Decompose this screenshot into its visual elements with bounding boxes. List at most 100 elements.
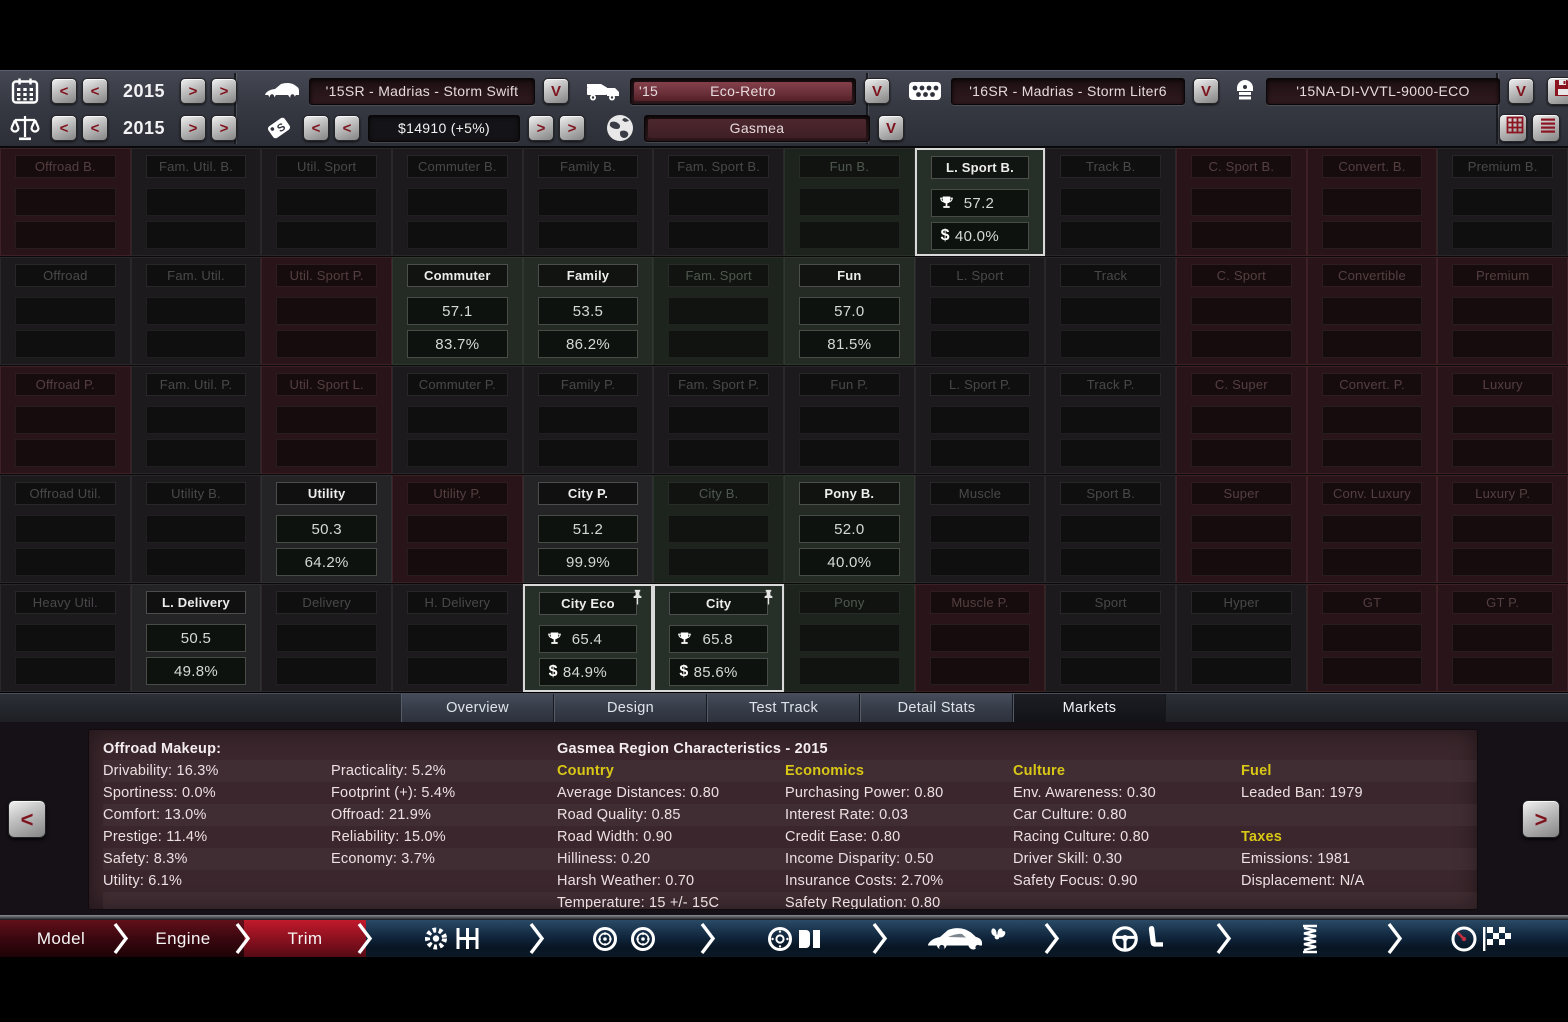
tab-design[interactable]: Design — [554, 694, 707, 722]
segment-cell-commuter-p[interactable]: Commuter P. — [392, 366, 523, 474]
segment-cell-delivery[interactable]: Delivery — [261, 584, 392, 692]
nav-brakes[interactable] — [709, 920, 881, 957]
segment-cell-offroad-util[interactable]: Offroad Util. — [0, 475, 131, 583]
segment-cell-track[interactable]: Track — [1045, 257, 1176, 365]
segment-cell-convert-b[interactable]: Convert. B. — [1307, 148, 1438, 256]
segment-cell-commuter[interactable]: Commuter57.183.7% — [392, 257, 523, 365]
segment-cell-fun[interactable]: Fun57.081.5% — [784, 257, 915, 365]
segment-cell-l-sport-p[interactable]: L. Sport P. — [915, 366, 1046, 474]
segment-cell-offroad[interactable]: Offroad — [0, 257, 131, 365]
segment-cell-premium[interactable]: Premium — [1437, 257, 1568, 365]
segment-cell-fam-util-b[interactable]: Fam. Util. B. — [131, 148, 262, 256]
segment-cell-track-p[interactable]: Track P. — [1045, 366, 1176, 474]
segment-cell-l-delivery[interactable]: L. Delivery50.549.8% — [131, 584, 262, 692]
segment-cell-commuter-b[interactable]: Commuter B. — [392, 148, 523, 256]
compare-year-forward-button[interactable]: > — [180, 115, 206, 141]
nav-engine[interactable]: Engine — [122, 920, 244, 957]
year-back-fast-button[interactable]: < — [51, 78, 77, 104]
segment-cell-fam-util-p[interactable]: Fam. Util. P. — [131, 366, 262, 474]
segment-cell-fun-b[interactable]: Fun B. — [784, 148, 915, 256]
panel-prev-button[interactable]: < — [8, 800, 46, 838]
segment-cell-fam-sport[interactable]: Fam. Sport — [653, 257, 784, 365]
nav-interior[interactable] — [1053, 920, 1225, 957]
segment-cell-gt[interactable]: GT — [1307, 584, 1438, 692]
segment-cell-c-super[interactable]: C. Super — [1176, 366, 1307, 474]
grid-view-button[interactable] — [1499, 114, 1527, 142]
list-view-button[interactable] — [1532, 114, 1560, 142]
segment-cell-convertible[interactable]: Convertible — [1307, 257, 1438, 365]
segment-cell-c-sport[interactable]: C. Sport — [1176, 257, 1307, 365]
tab-overview[interactable]: Overview — [401, 694, 554, 722]
segment-cell-muscle-p[interactable]: Muscle P. — [915, 584, 1046, 692]
trim-dropdown[interactable]: '15 Eco-Retro — [630, 78, 856, 105]
segment-cell-luxury-p[interactable]: Luxury P. — [1437, 475, 1568, 583]
nav-body-cooling[interactable] — [881, 920, 1053, 957]
region-dropdown[interactable]: Gasmea — [644, 115, 870, 142]
segment-cell-family[interactable]: Family53.586.2% — [523, 257, 654, 365]
model-dropdown-button[interactable]: V — [543, 78, 569, 104]
year-forward-fast-button[interactable]: > — [211, 78, 237, 104]
segment-cell-city-p[interactable]: City P.51.299.9% — [523, 475, 654, 583]
segment-cell-city-b[interactable]: City B. — [653, 475, 784, 583]
segment-cell-family-p[interactable]: Family P. — [523, 366, 654, 474]
segment-cell-convert-p[interactable]: Convert. P. — [1307, 366, 1438, 474]
nav-suspension[interactable] — [1225, 920, 1397, 957]
save-button[interactable] — [1547, 77, 1568, 105]
nav-transmission[interactable] — [366, 920, 538, 957]
segment-cell-fam-sport-b[interactable]: Fam. Sport B. — [653, 148, 784, 256]
segment-cell-muscle[interactable]: Muscle — [915, 475, 1046, 583]
segment-cell-l-sport[interactable]: L. Sport — [915, 257, 1046, 365]
segment-cell-gt-p[interactable]: GT P. — [1437, 584, 1568, 692]
year-back-button[interactable]: < — [82, 78, 108, 104]
segment-cell-utility-p[interactable]: Utility P. — [392, 475, 523, 583]
nav-model[interactable]: Model — [0, 920, 122, 957]
model-dropdown[interactable]: '15SR - Madrias - Storm Swift — [309, 78, 535, 105]
price-down-button[interactable]: < — [334, 115, 360, 141]
segment-cell-city[interactable]: City65.8$85.6% — [653, 584, 784, 692]
panel-next-button[interactable]: > — [1522, 800, 1560, 838]
segment-cell-fam-sport-p[interactable]: Fam. Sport P. — [653, 366, 784, 474]
segment-cell-city-eco[interactable]: City Eco65.4$84.9% — [523, 584, 654, 692]
segment-cell-h-delivery[interactable]: H. Delivery — [392, 584, 523, 692]
segment-cell-super[interactable]: Super — [1176, 475, 1307, 583]
segment-cell-hyper[interactable]: Hyper — [1176, 584, 1307, 692]
segment-cell-util-sport-l[interactable]: Util. Sport L. — [261, 366, 392, 474]
engine-dropdown[interactable]: '16SR - Madrias - Storm Liter6 — [951, 78, 1185, 105]
price-up-button[interactable]: > — [528, 115, 554, 141]
segment-cell-utility-b[interactable]: Utility B. — [131, 475, 262, 583]
segment-cell-pony-b[interactable]: Pony B.52.040.0% — [784, 475, 915, 583]
segment-cell-utility[interactable]: Utility50.364.2% — [261, 475, 392, 583]
nav-test-track[interactable] — [1396, 920, 1568, 957]
nav-wheels[interactable] — [538, 920, 710, 957]
segment-cell-premium-b[interactable]: Premium B. — [1437, 148, 1568, 256]
segment-cell-luxury[interactable]: Luxury — [1437, 366, 1568, 474]
tab-detail-stats[interactable]: Detail Stats — [860, 694, 1013, 722]
segment-cell-heavy-util[interactable]: Heavy Util. — [0, 584, 131, 692]
segment-cell-c-sport-b[interactable]: C. Sport B. — [1176, 148, 1307, 256]
price-down-fast-button[interactable]: < — [303, 115, 329, 141]
compare-year-back-button[interactable]: < — [82, 115, 108, 141]
trim-dropdown-button[interactable]: V — [864, 78, 890, 104]
segment-cell-sport-b[interactable]: Sport B. — [1045, 475, 1176, 583]
segment-cell-family-b[interactable]: Family B. — [523, 148, 654, 256]
segment-cell-util-sport[interactable]: Util. Sport — [261, 148, 392, 256]
engine-dropdown-button[interactable]: V — [1193, 78, 1219, 104]
segment-cell-fam-util[interactable]: Fam. Util. — [131, 257, 262, 365]
segment-cell-offroad-b[interactable]: Offroad B. — [0, 148, 131, 256]
compare-year-forward-fast-button[interactable]: > — [211, 115, 237, 141]
segment-cell-l-sport-b[interactable]: L. Sport B.57.2$40.0% — [915, 148, 1046, 256]
segment-cell-sport[interactable]: Sport — [1045, 584, 1176, 692]
segment-cell-util-sport-p[interactable]: Util. Sport P. — [261, 257, 392, 365]
region-dropdown-button[interactable]: V — [878, 115, 904, 141]
year-forward-button[interactable]: > — [180, 78, 206, 104]
nav-trim[interactable]: Trim — [244, 920, 366, 957]
tab-test-track[interactable]: Test Track — [707, 694, 860, 722]
price-up-fast-button[interactable]: > — [559, 115, 585, 141]
tab-markets[interactable]: Markets — [1013, 694, 1166, 722]
variant-dropdown-button[interactable]: V — [1508, 78, 1534, 104]
segment-cell-fun-p[interactable]: Fun P. — [784, 366, 915, 474]
segment-cell-offroad-p[interactable]: Offroad P. — [0, 366, 131, 474]
price-field[interactable]: $14910 (+5%) — [368, 115, 520, 142]
segment-cell-conv-luxury[interactable]: Conv. Luxury — [1307, 475, 1438, 583]
engine-variant-dropdown[interactable]: '15NA-DI-VVTL-9000-ECO — [1266, 78, 1500, 105]
